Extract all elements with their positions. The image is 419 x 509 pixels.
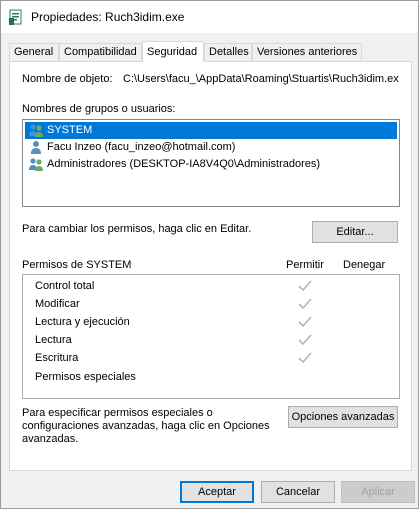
advanced-hint-line-2: configuraciones avanzadas, haga clic en … xyxy=(22,420,270,432)
group-users-icon xyxy=(29,158,43,171)
edit-hint: Para cambiar los permisos, haga clic en … xyxy=(22,223,252,235)
tab-details[interactable]: Detalles xyxy=(204,43,252,61)
check-icon xyxy=(298,280,312,292)
allow-header: Permitir xyxy=(286,259,324,271)
security-panel: Nombre de objeto: C:\Users\facu_\AppData… xyxy=(9,61,412,471)
permission-name: Permisos especiales xyxy=(35,371,136,383)
properties-dialog: Propiedades: Ruch3idim.exe General Compa… xyxy=(0,0,419,509)
list-item-label: Facu Inzeo (facu_inzeo@hotmail.com) xyxy=(47,141,236,153)
check-icon xyxy=(298,352,312,364)
permission-name: Escritura xyxy=(35,352,79,364)
permissions-list[interactable]: Control total Modificar Lectura y ejecuc… xyxy=(22,274,400,399)
advanced-hint-line-1: Para especificar permisos especiales o xyxy=(22,407,213,419)
list-item-administrators[interactable]: Administradores (DESKTOP-IA8V4Q0\Adminis… xyxy=(25,156,397,173)
advanced-hint-line-3: avanzadas. xyxy=(22,433,79,445)
cancel-button[interactable]: Cancelar xyxy=(261,481,335,503)
tab-compatibility[interactable]: Compatibilidad xyxy=(59,43,142,61)
check-icon xyxy=(298,334,312,346)
check-icon xyxy=(298,298,312,310)
groups-listbox[interactable]: SYSTEM Facu Inzeo (facu_inzeo@hotmail.co… xyxy=(22,119,400,207)
tab-previous-versions[interactable]: Versiones anteriores xyxy=(252,43,362,61)
user-icon xyxy=(31,141,41,154)
group-users-icon xyxy=(29,124,43,137)
permission-name: Lectura xyxy=(35,334,72,346)
apply-button[interactable]: Aplicar xyxy=(341,481,415,503)
permission-row-write: Escritura xyxy=(35,349,385,367)
object-name-label: Nombre de objeto: xyxy=(22,73,113,85)
list-item-system[interactable]: SYSTEM xyxy=(25,122,397,139)
tab-security[interactable]: Seguridad xyxy=(142,41,204,62)
edit-button[interactable]: Editar... xyxy=(312,221,398,243)
tab-general[interactable]: General xyxy=(9,43,59,61)
permission-name: Control total xyxy=(35,280,95,292)
title-bar[interactable]: Propiedades: Ruch3idim.exe xyxy=(1,1,418,33)
file-properties-icon xyxy=(9,9,22,25)
list-item-label: Administradores (DESKTOP-IA8V4Q0\Adminis… xyxy=(47,158,321,170)
permission-row-special: Permisos especiales xyxy=(35,368,385,386)
object-name-value: C:\Users\facu_\AppData\Roaming\Stuartis\… xyxy=(123,73,399,85)
permission-row-read-execute: Lectura y ejecución xyxy=(35,313,385,331)
list-item-label: SYSTEM xyxy=(47,124,93,136)
permission-row-read: Lectura xyxy=(35,331,385,349)
permission-row-full-control: Control total xyxy=(35,277,385,295)
ok-button[interactable]: Aceptar xyxy=(180,481,254,503)
list-item-user[interactable]: Facu Inzeo (facu_inzeo@hotmail.com) xyxy=(25,139,397,156)
window-title: Propiedades: Ruch3idim.exe xyxy=(31,10,185,24)
tab-bar: General Compatibilidad Seguridad Detalle… xyxy=(9,41,412,62)
permissions-label: Permisos de SYSTEM xyxy=(22,259,132,271)
permission-row-modify: Modificar xyxy=(35,295,385,313)
advanced-options-button[interactable]: Opciones avanzadas xyxy=(288,406,398,428)
groups-label: Nombres de grupos o usuarios: xyxy=(22,103,176,115)
check-icon xyxy=(298,316,312,328)
permission-name: Modificar xyxy=(35,298,80,310)
deny-header: Denegar xyxy=(343,259,386,271)
permission-name: Lectura y ejecución xyxy=(35,316,130,328)
